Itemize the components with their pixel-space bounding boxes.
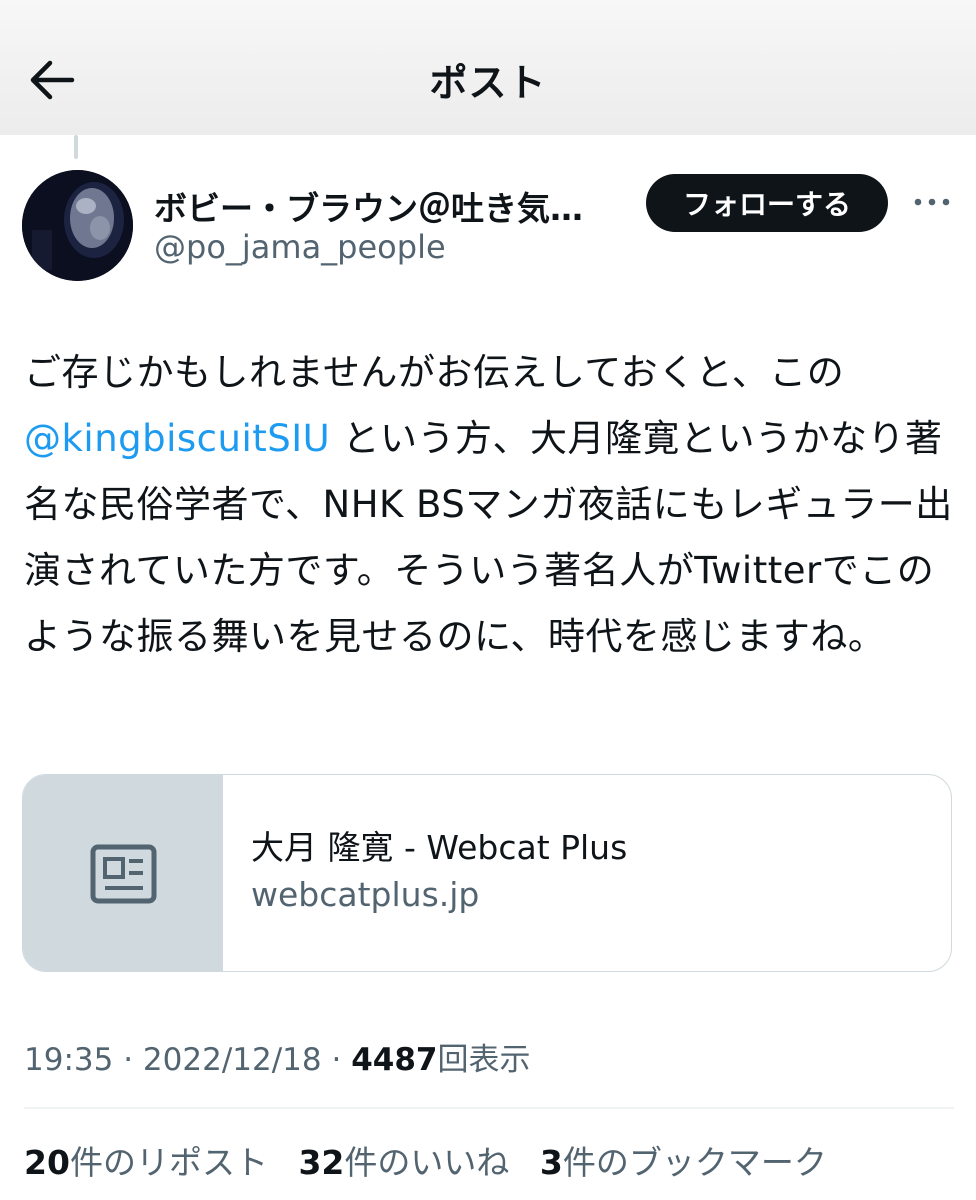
mention-link[interactable]: @kingbiscuitSIU [24,417,330,460]
link-card-title: 大月 隆寛 - Webcat Plus [251,828,628,867]
bookmark-count: 3 [539,1143,563,1182]
link-preview-card[interactable]: 大月 隆寛 - Webcat Plus webcatplus.jp [22,774,952,972]
meta-separator: · [123,1042,134,1078]
post-time[interactable]: 19:35 [24,1042,113,1078]
thread-connector-line [74,135,78,159]
author-display-name[interactable]: ボビー・ブラウン＠吐き気… [154,182,624,230]
repost-count: 20 [24,1143,70,1182]
link-card-domain: webcatplus.jp [251,875,480,914]
view-count-label: 回表示 [437,1042,531,1078]
bookmark-label: 件のブックマーク [562,1143,827,1182]
repost-label: 件のリポスト [69,1143,268,1182]
meta-separator: · [331,1042,342,1078]
avatar[interactable] [22,170,133,281]
like-count-link[interactable]: 32件のいいね [298,1143,509,1182]
divider [24,1107,954,1109]
repost-count-link[interactable]: 20件のリポスト [24,1143,268,1182]
avatar-image [22,170,133,281]
like-count: 32 [298,1143,345,1182]
view-count: 4487 [351,1042,438,1078]
author-handle[interactable]: @po_jama_people [154,228,446,266]
link-card-thumbnail [23,775,223,971]
post-metadata: 19:35 · 2022/12/18 · 4487回表示 [24,1034,530,1079]
like-label: 件のいいね [344,1143,510,1182]
engagement-stats: 20件のリポスト 32件のいいね 3件のブックマーク [24,1136,847,1184]
more-options-button[interactable] [910,190,954,214]
post-date[interactable]: 2022/12/18 [143,1042,322,1078]
article-icon [90,844,157,904]
post-text-part1: ご存じかもしれませんがお伝えしておくと、この [24,351,845,394]
post-text: ご存じかもしれませんがお伝えしておくと、この@kingbiscuitSIU とい… [24,340,960,670]
bookmark-count-link[interactable]: 3件のブックマーク [540,1143,827,1182]
page-title: ポスト [429,61,547,105]
follow-button[interactable]: フォローする [646,174,888,232]
more-icon [914,198,950,206]
top-navigation-bar: ポスト [0,0,976,135]
